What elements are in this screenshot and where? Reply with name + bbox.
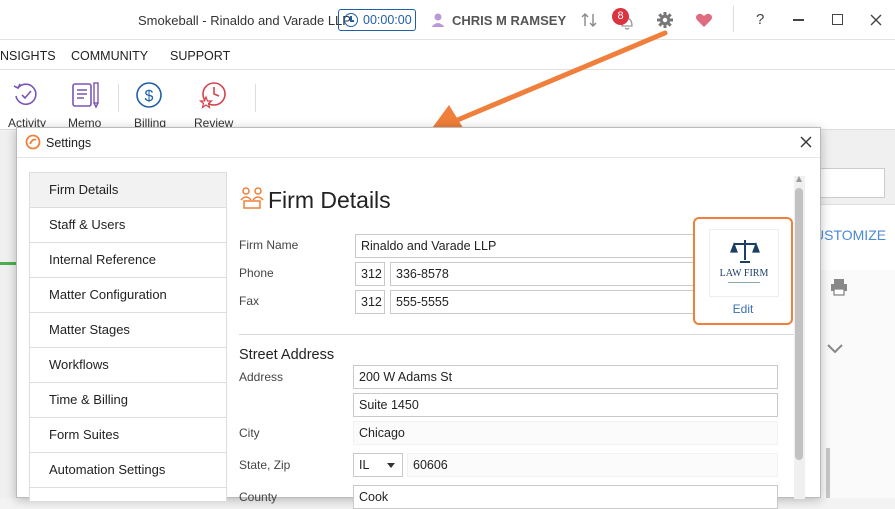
city-field[interactable]: Chicago [353,421,778,445]
sidebar-item-matter-configuration[interactable]: Matter Configuration [30,278,226,313]
page-title: Firm Details [268,187,391,213]
dialog-titlebar: Settings [17,128,820,158]
background-subpanel [820,270,895,498]
maximize-button[interactable] [832,14,843,25]
close-icon[interactable] [800,136,812,148]
sidebar-item-staff-users[interactable]: Staff & Users [30,208,226,243]
firm-name-label: Firm Name [239,238,299,252]
firm-people-icon [240,187,264,209]
fax-label: Fax [239,294,260,308]
address-line-2-field[interactable]: Suite 1450 [353,393,778,417]
state-value: IL [359,458,370,472]
clock-icon [344,13,358,27]
county-field[interactable]: Cook [353,485,778,509]
sidebar-item-internal-reference[interactable]: Internal Reference [30,243,226,278]
menu-support[interactable]: SUPPORT [170,49,230,63]
fax-area-code-field[interactable]: 312 [355,290,385,314]
logo-text: LAW FIRM [719,268,769,279]
sidebar-item-workflows[interactable]: Workflows [30,348,226,383]
sidebar-item-time-billing[interactable]: Time & Billing [30,383,226,418]
settings-dialog: Settings Firm Details Staff & Users Inte… [16,127,821,509]
firm-name-field[interactable]: Rinaldo and Varade LLP [355,234,696,258]
background-left-area [0,131,16,498]
timer-button[interactable]: 00:00:00 [338,9,416,31]
dropdown-arrow-icon [387,463,395,468]
logo-edit-link[interactable]: Edit [695,302,791,316]
progress-stripe [0,262,16,265]
close-window-button[interactable] [870,14,882,26]
logo-card[interactable]: LAW FIRM Edit [693,217,793,325]
app-title: Smokeball - Rinaldo and Varade LLP [138,13,351,28]
dialog-title: Settings [46,136,92,150]
activity-icon[interactable] [12,81,40,109]
menu-insights[interactable]: NSIGHTS [0,49,56,63]
sidebar-item-matter-stages[interactable]: Matter Stages [30,313,226,348]
review-icon[interactable] [198,81,228,111]
help-button[interactable]: ? [756,11,764,28]
address-line-1-field[interactable]: 200 W Adams St [353,365,778,389]
svg-text:$: $ [145,88,154,105]
ribbon-divider [255,84,256,112]
timer-value: 00:00:00 [363,13,412,27]
phone-label: Phone [239,266,274,280]
section-divider [239,334,795,335]
billing-icon[interactable]: $ [135,81,163,109]
menu-community[interactable]: COMMUNITY [71,49,148,63]
heart-icon[interactable] [695,12,713,28]
sidebar-item-automation-settings[interactable]: Automation Settings [30,453,226,488]
phone-area-code-field[interactable]: 312 [355,262,385,286]
customize-link[interactable]: USTOMIZE [814,227,886,243]
city-label: City [239,426,260,440]
background-scrollbar[interactable] [826,448,830,498]
memo-icon[interactable] [71,81,101,109]
state-select[interactable]: IL [353,453,403,477]
scroll-up-arrow[interactable] [796,176,802,182]
titlebar-divider [733,6,734,32]
chevron-down-icon[interactable] [827,344,843,354]
ribbon-divider [118,84,119,112]
settings-sidebar: Firm Details Staff & Users Internal Refe… [29,172,227,502]
notification-badge: 8 [612,8,629,25]
state-zip-label: State, Zip [239,458,291,472]
address-label: Address [239,370,284,384]
county-label: County [239,490,278,504]
firm-logo-image: LAW FIRM [709,229,779,297]
minimize-button[interactable] [793,19,804,21]
smokeball-logo-icon [25,134,41,150]
background-search-input[interactable] [820,168,885,198]
background-right-area: USTOMIZE [814,130,895,498]
logo-rule [728,282,760,283]
fax-number-field[interactable]: 555-5555 [390,290,696,314]
phone-number-field[interactable]: 336-8578 [390,262,696,286]
street-address-heading: Street Address [239,347,335,363]
sidebar-item-form-suites[interactable]: Form Suites [30,418,226,453]
zip-field[interactable]: 60606 [407,453,778,477]
dialog-scrollbar-thumb[interactable] [795,188,803,460]
scales-of-justice-icon [730,240,760,263]
sidebar-item-firm-details[interactable]: Firm Details [30,173,226,208]
print-icon[interactable] [830,278,848,296]
